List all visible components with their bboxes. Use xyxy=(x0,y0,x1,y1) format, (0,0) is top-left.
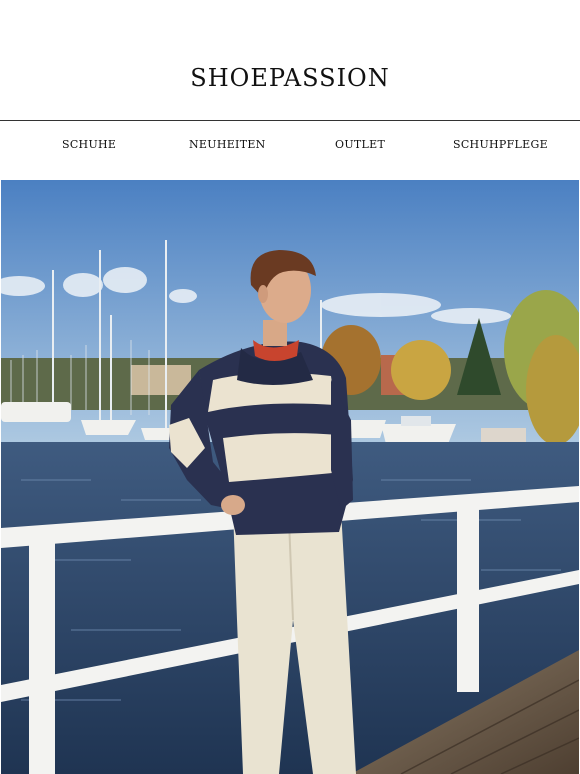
hero-image[interactable] xyxy=(1,180,579,774)
nav-item-outlet[interactable]: OUTLET xyxy=(335,138,385,151)
nav-item-schuhpflege[interactable]: SCHUHPFLEGE xyxy=(453,138,548,151)
nav-item-schuhe[interactable]: SCHUHE xyxy=(62,138,116,151)
header: SHOEPASSION xyxy=(0,0,580,121)
brand-logo[interactable]: SHOEPASSION xyxy=(0,64,580,92)
main-navigation: SCHUHE NEUHEITEN OUTLET SCHUHPFLEGE xyxy=(0,121,580,179)
nav-item-neuheiten[interactable]: NEUHEITEN xyxy=(189,138,266,151)
